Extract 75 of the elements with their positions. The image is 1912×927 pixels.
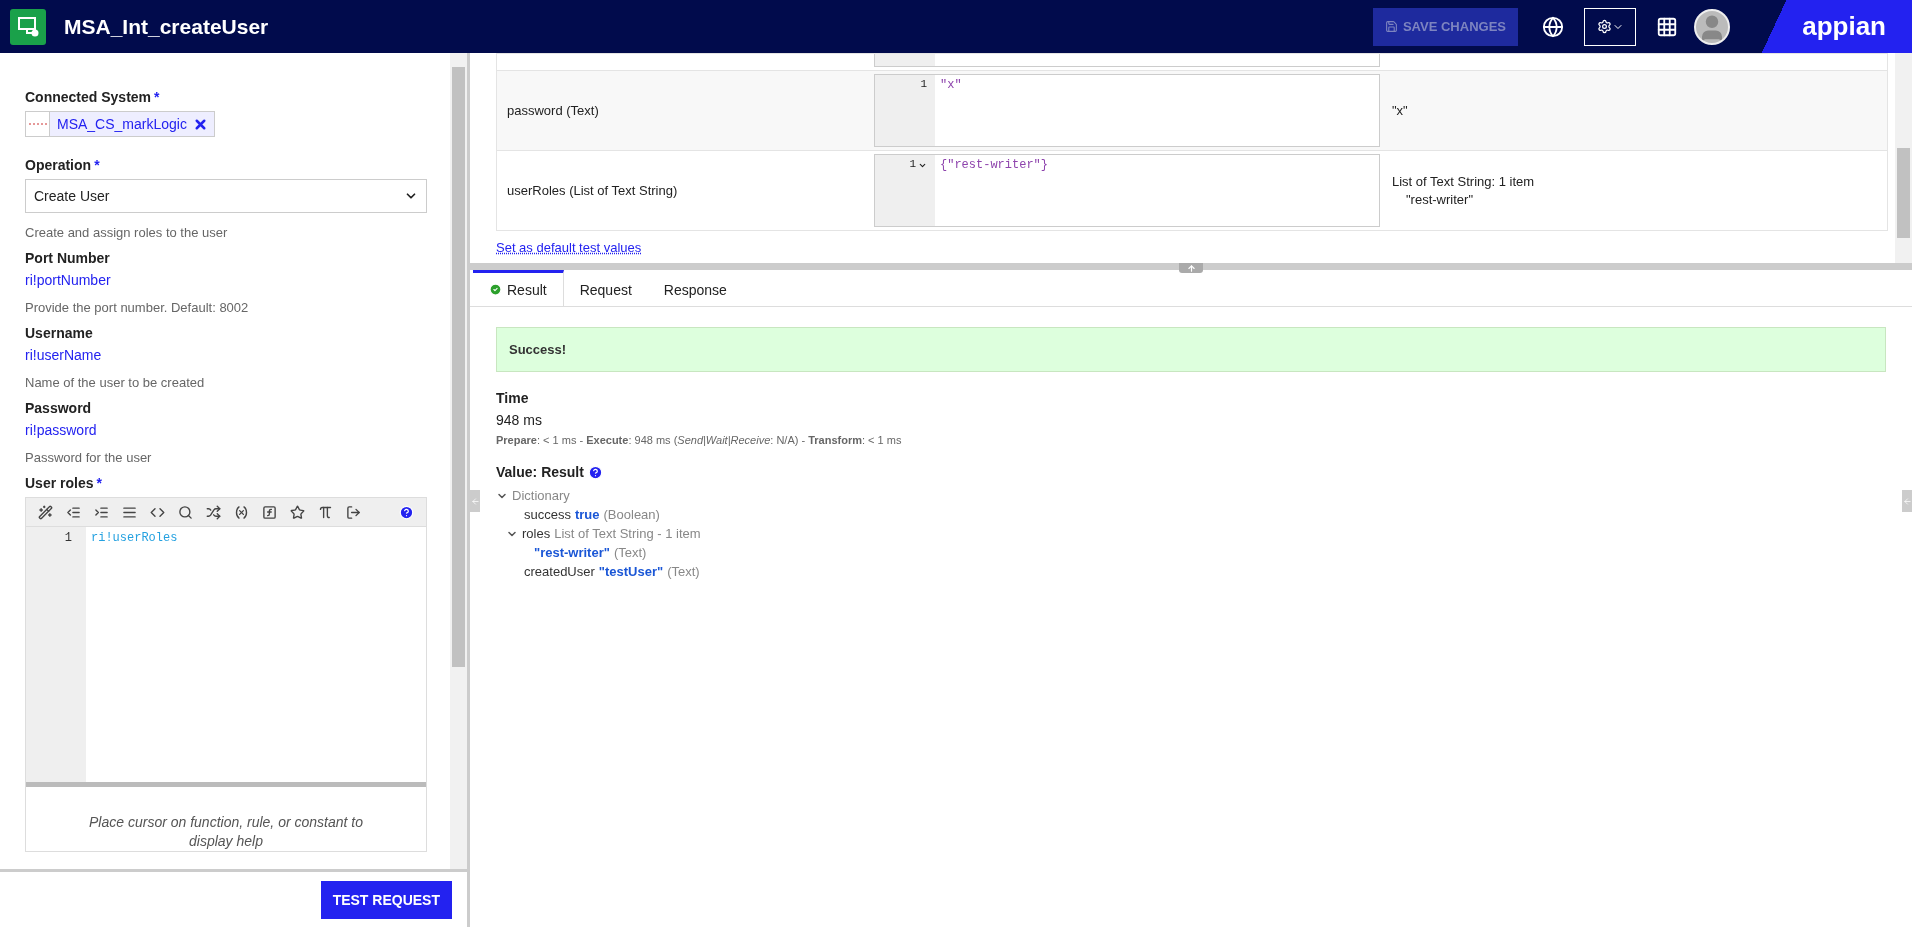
settings-icon [1596, 19, 1612, 34]
success-message: Success! [496, 327, 1886, 372]
connected-system-chip[interactable]: MSA_CS_markLogic [25, 111, 215, 137]
field-label: User roles [25, 475, 94, 491]
help-text: Place cursor on function, rule, or constant to display help [88, 813, 364, 851]
success-icon [489, 283, 502, 296]
tree-type: Dictionary [512, 487, 570, 505]
help-text: Create and assign roles to the user [25, 225, 229, 240]
scrollbar[interactable] [450, 53, 467, 869]
star-icon[interactable] [290, 504, 305, 520]
field-label: Connected System [25, 89, 152, 105]
wand-icon[interactable] [38, 504, 53, 520]
expression-text[interactable]: ri!portNumber [25, 272, 427, 288]
operation-dropdown[interactable]: Create User [25, 179, 427, 213]
tree-value: true [574, 506, 600, 524]
tree-type: (Text) [667, 563, 700, 581]
input-name: userRoles (List of Text String) [506, 182, 679, 200]
help-icon[interactable] [399, 504, 414, 520]
scrollbar[interactable] [1895, 53, 1912, 263]
tree-key: success [524, 505, 571, 524]
field-label: Username [25, 325, 93, 341]
help-icon[interactable] [587, 464, 603, 480]
fold-icon[interactable] [918, 161, 927, 170]
page-title: MSA_Int_createUser [64, 14, 270, 39]
tree-type: List of Text String - 1 item [554, 525, 701, 543]
tree-type: (Boolean) [603, 506, 660, 524]
result-text: "rest-writer" [1405, 190, 1474, 209]
pi-icon[interactable] [318, 504, 333, 520]
save-icon [1384, 20, 1398, 33]
time-breakdown: Prepare: < 1 ms - Execute: 948 ms (Send|Wait|Receive: N/A) - Transform: < 1 ms [496, 434, 903, 446]
section-heading: Time [496, 390, 530, 406]
required-mark: * [154, 89, 160, 105]
function-icon[interactable] [262, 504, 277, 520]
collapse-handle[interactable] [470, 490, 480, 512]
settings-button[interactable] [1584, 7, 1636, 46]
tree-value: "testUser" [598, 563, 664, 581]
tree-type: (Text) [613, 544, 647, 562]
time-value: 948 ms [496, 412, 543, 428]
lines-icon[interactable] [122, 504, 137, 520]
tree-value: "rest-writer" [534, 544, 610, 562]
shuffle-icon[interactable] [206, 504, 221, 520]
expand-handle[interactable] [1902, 490, 1912, 512]
expression-text[interactable]: ri!userName [25, 347, 427, 363]
field-label: Operation [25, 157, 92, 173]
help-text: Provide the port number. Default: 8002 [25, 300, 250, 315]
line-number-gutter: 1 [26, 527, 86, 782]
field-label: Port Number [25, 250, 110, 266]
outdent-icon[interactable] [66, 504, 81, 520]
section-heading: Value: Result [496, 464, 584, 480]
avatar[interactable] [1694, 8, 1730, 45]
required-mark: * [94, 157, 100, 173]
tree-key: roles [522, 524, 551, 543]
test-request-button[interactable]: TEST REQUEST [320, 880, 452, 919]
result-text: List of Text String: 1 item [1392, 172, 1536, 191]
value-editor[interactable]: 1 {"rest-writer"} [874, 154, 1380, 227]
default-values-link[interactable]: Set as default test values [496, 240, 642, 255]
variable-icon[interactable] [234, 504, 249, 520]
globe-search-icon[interactable] [1542, 15, 1564, 38]
help-text: Password for the user [25, 450, 153, 465]
result-text: "x" [1392, 101, 1409, 120]
app-grid-icon[interactable] [1656, 15, 1678, 38]
required-mark: * [96, 475, 102, 491]
tree-key: createdUser [524, 562, 595, 581]
exit-icon[interactable] [346, 504, 361, 520]
result-tab[interactable]: Result [473, 270, 564, 306]
indent-icon[interactable] [94, 504, 109, 520]
search-icon[interactable] [178, 504, 193, 520]
splitter-handle[interactable] [1179, 263, 1203, 273]
value-editor[interactable]: 1 "x" [874, 74, 1380, 147]
field-label: Password [25, 400, 92, 416]
help-text: Name of the user to be created [25, 375, 206, 390]
expression-text[interactable]: ri!password [25, 422, 427, 438]
input-name: password (Text) [506, 102, 600, 120]
app-logo-icon [10, 8, 46, 45]
line-icon [28, 122, 47, 126]
